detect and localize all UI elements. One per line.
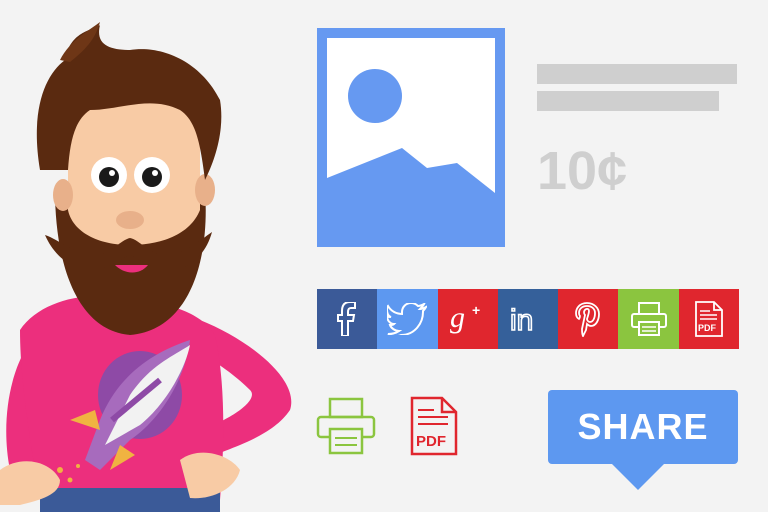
facebook-icon (337, 302, 357, 336)
pdf-button[interactable]: PDF (678, 289, 739, 349)
facebook-button[interactable] (317, 289, 378, 349)
share-callout: SHARE (548, 390, 738, 490)
svg-text:PDF: PDF (698, 323, 717, 333)
pinterest-icon (575, 302, 601, 337)
twitter-button[interactable] (377, 289, 438, 349)
title-placeholder-line (537, 64, 737, 84)
twitter-icon (387, 303, 428, 335)
character-illustration (0, 22, 292, 512)
pdf-icon: PDF (694, 301, 723, 337)
google-plus-button[interactable]: g + (437, 289, 498, 349)
right-hand (180, 452, 240, 499)
linkedin-icon: in (509, 303, 534, 335)
price-label: 10¢ (537, 141, 628, 201)
google-plus-icon: g + (450, 301, 480, 334)
svg-text:g: g (450, 301, 465, 334)
printer-icon (630, 302, 667, 336)
print-button[interactable] (618, 289, 679, 349)
social-share-bar: g + in PDF (317, 289, 739, 349)
pdf-icon[interactable]: PDF (410, 396, 458, 456)
subtitle-placeholder-line (537, 91, 719, 111)
printer-icon[interactable] (316, 397, 376, 457)
image-placeholder-icon (317, 28, 505, 247)
svg-text:in: in (510, 304, 533, 335)
pinterest-button[interactable] (558, 289, 619, 349)
linkedin-button[interactable]: in (497, 289, 559, 349)
share-callout-tail (612, 464, 664, 490)
pdf-label: PDF (416, 433, 446, 450)
svg-text:+: + (472, 302, 480, 318)
share-button[interactable]: SHARE (548, 390, 738, 464)
